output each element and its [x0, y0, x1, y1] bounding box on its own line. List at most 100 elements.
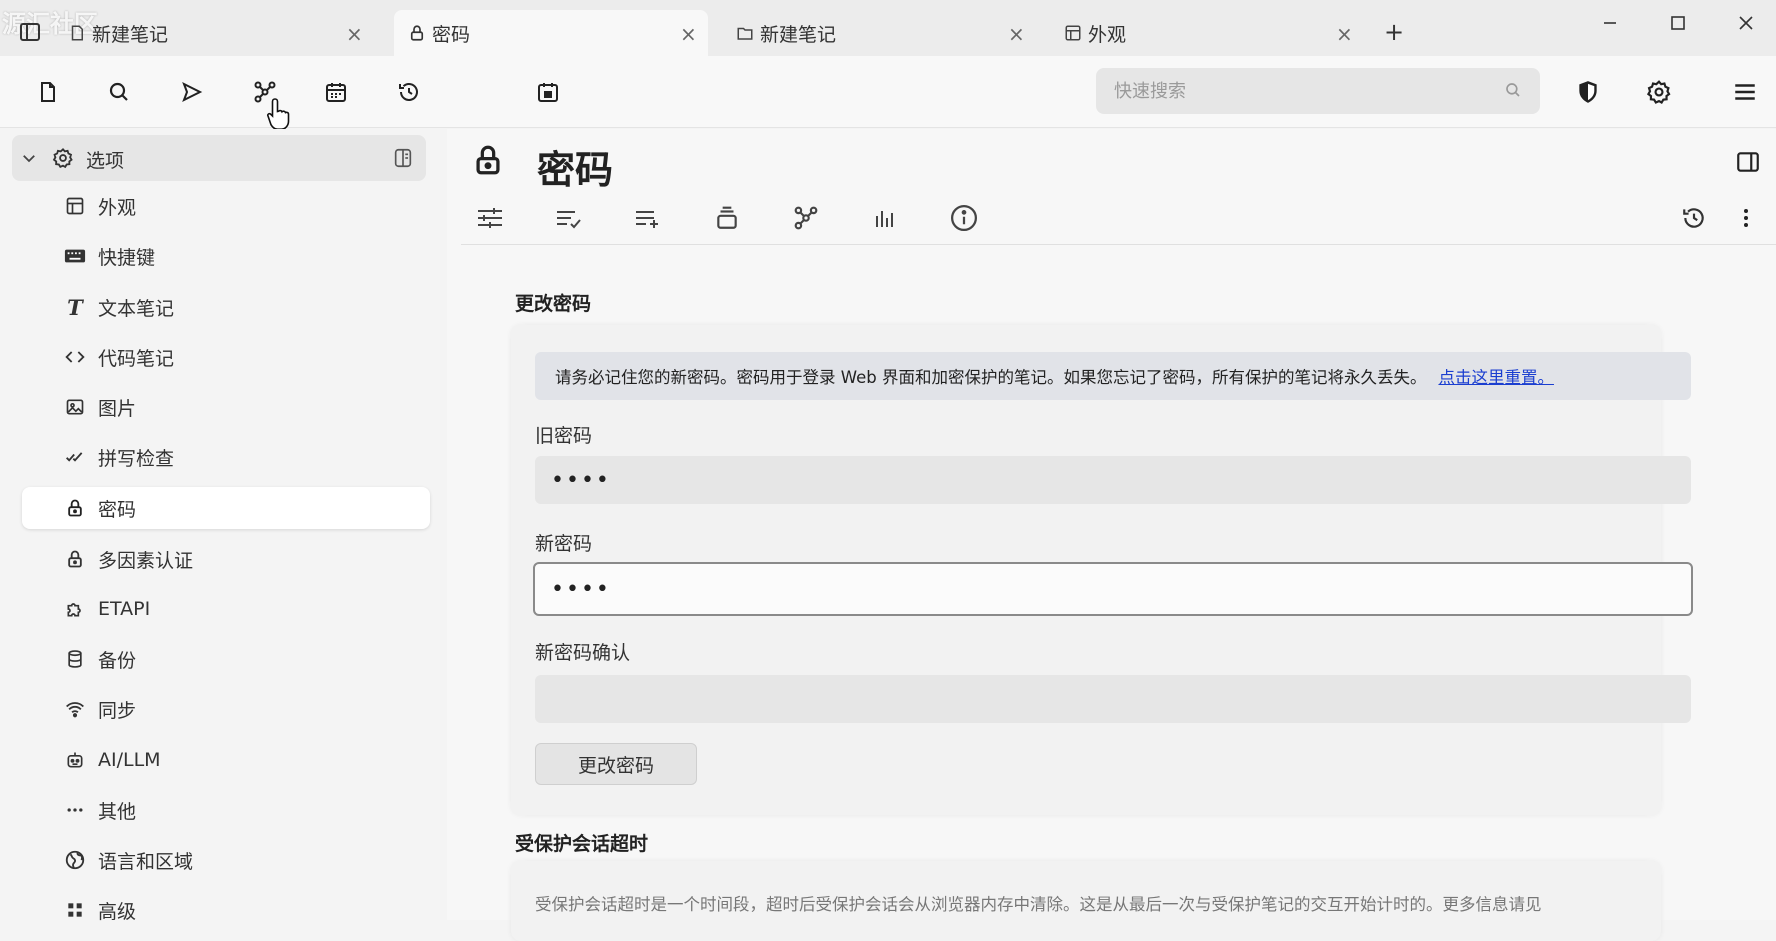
sidebar-item-other[interactable]: 其他 [22, 789, 430, 831]
confirm-password-label: 新密码确认 [535, 642, 631, 664]
sidebar-item-backup[interactable]: 备份 [22, 638, 430, 680]
collapse-icon[interactable] [392, 147, 414, 169]
change-password-button[interactable]: 更改密码 [535, 743, 697, 785]
calendar-icon[interactable] [320, 76, 352, 108]
menu-icon[interactable] [1729, 76, 1761, 108]
minimize-button[interactable] [1590, 8, 1630, 38]
password-notice: 请务必记住您的新密码。密码用于登录 Web 界面和加密保护的笔记。如果您忘记了密… [535, 352, 1691, 400]
sidebar-item-sync[interactable]: 同步 [22, 688, 430, 730]
sidebar-item-etapi[interactable]: ETAPI [22, 588, 430, 630]
text-icon: T [67, 294, 83, 320]
sidebar-item-spellcheck[interactable]: 拼写检查 [22, 436, 430, 478]
lock-icon [471, 143, 505, 177]
folder-icon [736, 24, 754, 42]
change-password-heading: 更改密码 [515, 293, 592, 315]
new-note-icon[interactable] [32, 76, 64, 108]
sidebar-item-code-notes[interactable]: 代码笔记 [22, 336, 430, 378]
tab-new-note-1[interactable]: 新建笔记 × [68, 10, 368, 56]
tab-label: 新建笔记 [92, 23, 169, 46]
note-icon [68, 24, 86, 42]
info-icon[interactable] [947, 201, 981, 235]
sidebar-item-mfa[interactable]: 多因素认证 [22, 538, 430, 580]
sidebar-item-label: 多因素认证 [98, 549, 194, 572]
sidebar-item-images[interactable]: 图片 [22, 386, 430, 428]
sidebar-root-label: 选项 [86, 150, 125, 172]
tab-password[interactable]: 密码 × [394, 10, 708, 56]
close-icon[interactable]: × [346, 22, 363, 46]
close-icon[interactable]: × [1336, 22, 1353, 46]
new-tab-button[interactable]: + [1384, 18, 1404, 46]
puzzle-icon [64, 598, 86, 620]
sidebar-item-language-region[interactable]: 语言和区域 [22, 839, 430, 881]
sidebar-item-label: 图片 [98, 397, 137, 420]
lock-icon [64, 497, 86, 519]
session-timeout-card: 受保护会话超时是一个时间段，超时后受保护会话会从浏览器内存中清除。这是从最后一次… [511, 861, 1661, 941]
search-icon [1504, 81, 1522, 99]
wifi-icon [64, 698, 86, 720]
settings-sliders-icon[interactable] [473, 201, 507, 235]
protected-session-icon[interactable] [1572, 76, 1604, 108]
tab-label: 外观 [1088, 23, 1127, 46]
close-window-button[interactable] [1726, 8, 1766, 38]
owned-attributes-icon[interactable] [631, 201, 665, 235]
sidebar-item-password[interactable]: 密码 [22, 487, 430, 529]
sidebar-item-label: 密码 [98, 498, 137, 521]
sidebar: 选项 外观 快捷键 T 文本笔记 代码笔记 图片 拼写检查 密码 多因素认证 E… [0, 129, 446, 923]
history-icon[interactable] [393, 76, 425, 108]
sidebar-item-label: 快捷键 [98, 246, 156, 269]
dots-icon [64, 799, 86, 821]
options-root[interactable]: 选项 [12, 135, 426, 181]
tab-bar: 源汇社区 新建笔记 × 密码 × 新建笔记 × 外观 × + [0, 0, 1776, 56]
more-options-icon[interactable] [1729, 201, 1763, 235]
sidebar-item-advanced[interactable]: 高级 [22, 889, 430, 931]
tab-appearance[interactable]: 外观 × [1064, 10, 1364, 56]
sidebar-item-appearance[interactable]: 外观 [22, 185, 430, 227]
confirm-password-field[interactable] [535, 675, 1691, 723]
sidebar-item-label: ETAPI [98, 598, 151, 620]
maximize-button[interactable] [1658, 8, 1698, 38]
new-password-field[interactable] [533, 562, 1693, 616]
layout-icon [1064, 24, 1082, 42]
image-icon [64, 396, 86, 418]
note-map-icon[interactable] [789, 201, 823, 235]
sidebar-item-shortcuts[interactable]: 快捷键 [22, 235, 430, 277]
reset-password-link[interactable]: 点击这里重置。 [1438, 364, 1554, 388]
note-history-icon[interactable] [1677, 201, 1711, 235]
robot-icon [64, 749, 86, 771]
sidebar-item-label: 同步 [98, 699, 137, 722]
spellcheck-icon [64, 446, 86, 468]
promoted-attributes-icon[interactable] [552, 201, 586, 235]
change-password-card: 请务必记住您的新密码。密码用于登录 Web 界面和加密保护的笔记。如果您忘记了密… [511, 325, 1693, 815]
divider [461, 244, 1776, 245]
sidebar-item-label: 拼写检查 [98, 447, 175, 470]
database-icon [64, 648, 86, 670]
search-icon[interactable] [103, 76, 135, 108]
keyboard-icon [64, 245, 86, 267]
chevron-down-icon[interactable] [20, 149, 38, 167]
note-title[interactable]: 密码 [537, 139, 613, 194]
today-note-icon[interactable] [532, 76, 564, 108]
similar-notes-icon[interactable] [868, 201, 902, 235]
sidebar-item-ai-llm[interactable]: AI/LLM [22, 739, 430, 781]
sidebar-item-label: 高级 [98, 900, 137, 923]
tab-new-note-2[interactable]: 新建笔记 × [736, 10, 1036, 56]
inherited-attributes-icon[interactable] [710, 201, 744, 235]
jump-to-icon[interactable] [176, 76, 208, 108]
old-password-field[interactable] [535, 456, 1691, 504]
code-icon [64, 346, 86, 368]
gear-icon [52, 147, 74, 169]
sidebar-item-text-notes[interactable]: T 文本笔记 [22, 286, 430, 328]
sidebar-toggle-icon[interactable] [18, 20, 42, 44]
close-icon[interactable]: × [1008, 22, 1025, 46]
right-panel-toggle-icon[interactable] [1735, 149, 1761, 175]
quick-search-input[interactable] [1096, 68, 1540, 114]
sidebar-item-label: 语言和区域 [98, 850, 194, 873]
gear-icon[interactable] [1643, 76, 1675, 108]
close-icon[interactable]: × [680, 22, 697, 46]
sidebar-item-label: 代码笔记 [98, 347, 175, 370]
notice-text: 请务必记住您的新密码。密码用于登录 Web 界面和加密保护的笔记。如果您忘记了密… [555, 368, 1427, 387]
sidebar-item-label: 备份 [98, 649, 137, 672]
toolbar [0, 56, 1776, 130]
globe-icon [64, 849, 86, 871]
tab-label: 新建笔记 [760, 23, 837, 46]
